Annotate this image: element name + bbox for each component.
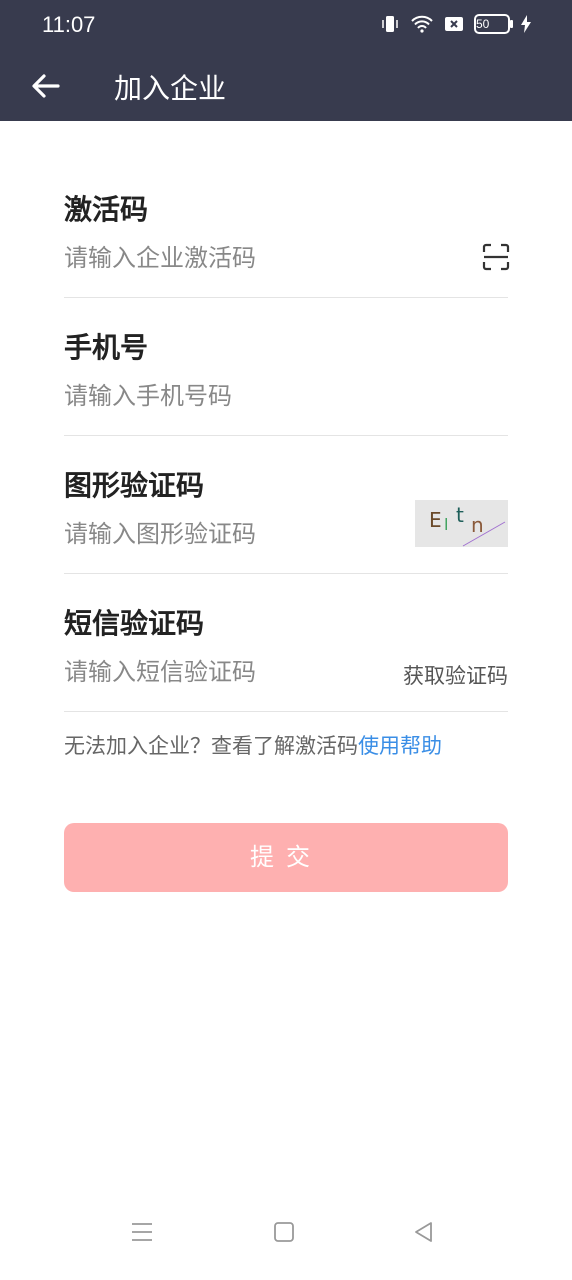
app-header: 11:07 50 加入企业 bbox=[0, 0, 572, 121]
svg-text:E: E bbox=[429, 508, 442, 532]
status-time: 11:07 bbox=[42, 12, 96, 37]
help-prompt: 无法加入企业？查看了解激活码 bbox=[64, 734, 358, 758]
sim-error-icon bbox=[444, 15, 464, 33]
status-icons: 50 bbox=[380, 14, 532, 34]
divider bbox=[64, 297, 508, 298]
activation-code-label: 激活码 bbox=[64, 193, 149, 226]
divider bbox=[64, 573, 508, 574]
sms-field: 短信验证码 获取验证码 bbox=[64, 602, 508, 712]
help-link[interactable]: 使用帮助 bbox=[358, 734, 442, 758]
captcha-input[interactable] bbox=[64, 520, 344, 548]
activation-code-field: 激活码 bbox=[64, 188, 510, 298]
divider bbox=[64, 711, 508, 712]
svg-text:l: l bbox=[444, 515, 448, 534]
phone-label: 手机号 bbox=[64, 331, 149, 364]
sms-input[interactable] bbox=[64, 658, 364, 686]
get-code-button[interactable]: 获取验证码 bbox=[403, 660, 508, 690]
submit-button[interactable]: 提交 bbox=[64, 823, 508, 892]
battery-icon: 50 bbox=[474, 14, 513, 34]
svg-text:t: t bbox=[456, 503, 464, 527]
home-icon[interactable] bbox=[273, 1220, 295, 1248]
svg-text:n: n bbox=[471, 513, 484, 537]
scan-icon[interactable] bbox=[482, 243, 510, 271]
back-arrow-icon[interactable] bbox=[28, 68, 64, 104]
wifi-icon bbox=[410, 14, 434, 34]
captcha-field: 图形验证码 E l t n bbox=[64, 464, 508, 574]
sms-label: 短信验证码 bbox=[64, 607, 205, 640]
menu-icon[interactable] bbox=[130, 1220, 154, 1248]
system-nav-bar bbox=[0, 1210, 572, 1270]
activation-code-input[interactable] bbox=[64, 244, 394, 272]
captcha-label: 图形验证码 bbox=[64, 469, 205, 502]
phone-input[interactable] bbox=[64, 382, 394, 410]
charging-icon bbox=[520, 15, 532, 33]
captcha-image[interactable]: E l t n bbox=[415, 500, 508, 547]
back-triangle-icon[interactable] bbox=[413, 1220, 435, 1248]
vibrate-icon bbox=[380, 14, 400, 34]
phone-field: 手机号 bbox=[64, 326, 508, 436]
page-title: 加入企业 bbox=[114, 72, 227, 105]
help-text: 无法加入企业？查看了解激活码使用帮助 bbox=[64, 730, 442, 760]
divider bbox=[64, 435, 508, 436]
